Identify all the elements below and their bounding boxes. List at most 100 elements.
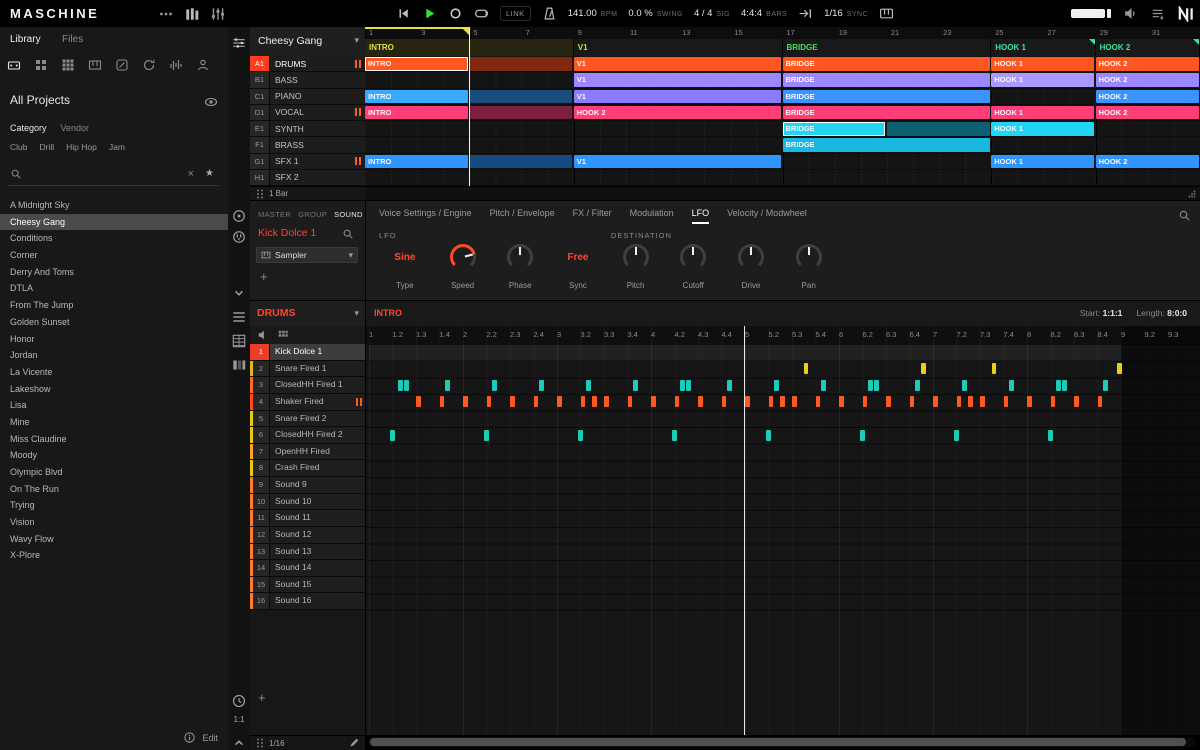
filter-tab-category[interactable]: Category <box>10 123 47 133</box>
list-item[interactable]: Cheesy Gang <box>0 214 228 231</box>
panel-search-icon[interactable] <box>1178 209 1191 222</box>
bpm-value[interactable]: 141.00 <box>568 8 597 19</box>
clip[interactable] <box>469 90 572 104</box>
group-row[interactable]: H1SFX 2 <box>250 170 365 186</box>
position-value[interactable]: 4:4:4 <box>741 8 762 19</box>
zoom-ratio-button[interactable]: 1:1 <box>228 715 250 724</box>
sound-row[interactable]: 9Sound 9 <box>250 477 365 494</box>
note[interactable] <box>440 396 445 407</box>
knob[interactable] <box>680 244 706 270</box>
note[interactable] <box>578 430 583 441</box>
param[interactable]: Pitch <box>607 243 665 297</box>
list-item[interactable]: Mine <box>0 414 228 431</box>
instruments-filter-icon[interactable] <box>88 58 102 72</box>
list-item[interactable]: Honor <box>0 331 228 348</box>
horizontal-scrollbar[interactable] <box>368 737 1196 747</box>
knob[interactable] <box>450 244 476 270</box>
note[interactable] <box>586 380 591 391</box>
note[interactable] <box>686 380 691 391</box>
filter-tab-vendor[interactable]: Vendor <box>61 123 90 133</box>
list-item[interactable]: A Midnight Sky <box>0 197 228 214</box>
favorites-filter-icon[interactable]: ★ <box>205 168 214 179</box>
record-icon[interactable] <box>448 6 463 21</box>
note[interactable] <box>510 396 515 407</box>
note[interactable] <box>769 396 774 407</box>
clip[interactable]: BRIDGE <box>783 122 886 136</box>
project-caret-icon[interactable]: ▾ <box>354 35 359 46</box>
list-item[interactable]: From The Jump <box>0 297 228 314</box>
clip[interactable]: HOOK 2 <box>1096 106 1199 120</box>
clip[interactable]: HOOK 2 <box>574 106 781 120</box>
jump-to-start-icon[interactable] <box>396 6 411 21</box>
group-row[interactable]: E1SYNTH <box>250 121 365 137</box>
add-plugin-button[interactable]: + <box>260 269 268 284</box>
note[interactable] <box>492 380 497 391</box>
note[interactable] <box>651 396 656 407</box>
clip[interactable]: BRIDGE <box>783 73 990 87</box>
note[interactable] <box>680 380 685 391</box>
sound-row[interactable]: 6ClosedHH Fired 2 <box>250 427 365 444</box>
note-grid[interactable] <box>365 344 1200 735</box>
note[interactable] <box>416 396 421 407</box>
clip[interactable]: INTRO <box>365 90 468 104</box>
list-item[interactable]: Golden Sunset <box>0 314 228 331</box>
groups-filter-icon[interactable] <box>34 58 48 72</box>
note[interactable] <box>980 396 985 407</box>
note[interactable] <box>821 380 826 391</box>
loops-filter-icon[interactable] <box>142 58 156 72</box>
note[interactable] <box>675 396 680 407</box>
sound-row[interactable]: 3ClosedHH Fired 1 <box>250 377 365 394</box>
note[interactable] <box>780 396 785 407</box>
swing-value[interactable]: 0.0 % <box>628 8 652 19</box>
list-item[interactable]: Corner <box>0 247 228 264</box>
note[interactable] <box>1098 396 1103 407</box>
group-row[interactable]: G1SFX 1 <box>250 154 365 170</box>
sound-row[interactable]: 1Kick Dolce 1 <box>250 344 365 361</box>
sound-row[interactable]: 4Shaker Fired <box>250 394 365 411</box>
note[interactable] <box>1117 363 1122 374</box>
sound-row[interactable]: 12Sound 12 <box>250 527 365 544</box>
swing-field[interactable]: 0.0 % SWING <box>628 8 683 19</box>
bpm-field[interactable]: 141.00 BPM <box>568 8 618 19</box>
mixer-toggle-icon[interactable] <box>210 6 226 22</box>
scene-header[interactable]: HOOK 2 <box>1096 39 1200 56</box>
project-header[interactable]: Cheesy Gang ▾ <box>250 27 365 57</box>
note[interactable] <box>957 396 962 407</box>
note[interactable] <box>1056 380 1061 391</box>
sound-row[interactable]: 15Sound 15 <box>250 577 365 594</box>
plugin-tab[interactable]: Voice Settings / Engine <box>379 208 472 224</box>
note[interactable] <box>445 380 450 391</box>
pattern-name[interactable]: INTRO <box>374 308 402 318</box>
clip[interactable] <box>887 122 990 136</box>
sound-row[interactable]: 2Snare Fired 1 <box>250 361 365 378</box>
list-item[interactable]: Jordan <box>0 347 228 364</box>
clip[interactable] <box>469 155 572 169</box>
list-item[interactable]: Wavy Flow <box>0 531 228 548</box>
quantize-value[interactable]: 1/16 <box>824 8 843 19</box>
list-item[interactable]: Conditions <box>0 230 228 247</box>
arranger-settings-icon[interactable] <box>231 35 247 51</box>
list-item[interactable]: Olympic Blvd <box>0 464 228 481</box>
pattern-group-header[interactable]: DRUMS ▾ <box>250 300 365 328</box>
clip[interactable]: HOOK 1 <box>991 106 1094 120</box>
clip[interactable]: V1 <box>574 57 781 71</box>
oneshots-filter-icon[interactable] <box>169 58 183 72</box>
note[interactable] <box>839 396 844 407</box>
clip[interactable]: HOOK 2 <box>1096 155 1199 169</box>
note[interactable] <box>816 396 821 407</box>
note[interactable] <box>484 430 489 441</box>
clip[interactable]: BRIDGE <box>783 57 990 71</box>
scope-tab-group[interactable]: GROUP <box>298 210 327 219</box>
param[interactable]: Phase <box>491 243 549 297</box>
list-item[interactable]: Miss Claudine <box>0 431 228 448</box>
param[interactable]: Speed <box>434 243 492 297</box>
play-icon[interactable] <box>422 6 437 21</box>
link-button[interactable]: LINK <box>500 6 531 21</box>
note[interactable] <box>745 396 750 407</box>
clip[interactable]: HOOK 2 <box>1096 57 1199 71</box>
audio-engine-icon[interactable] <box>1150 6 1165 21</box>
note[interactable] <box>398 380 403 391</box>
signature-value[interactable]: 4 / 4 <box>694 8 713 19</box>
pad-grid-icon[interactable] <box>277 329 289 341</box>
arranger-grid-setting[interactable]: 1 Bar <box>250 186 365 200</box>
